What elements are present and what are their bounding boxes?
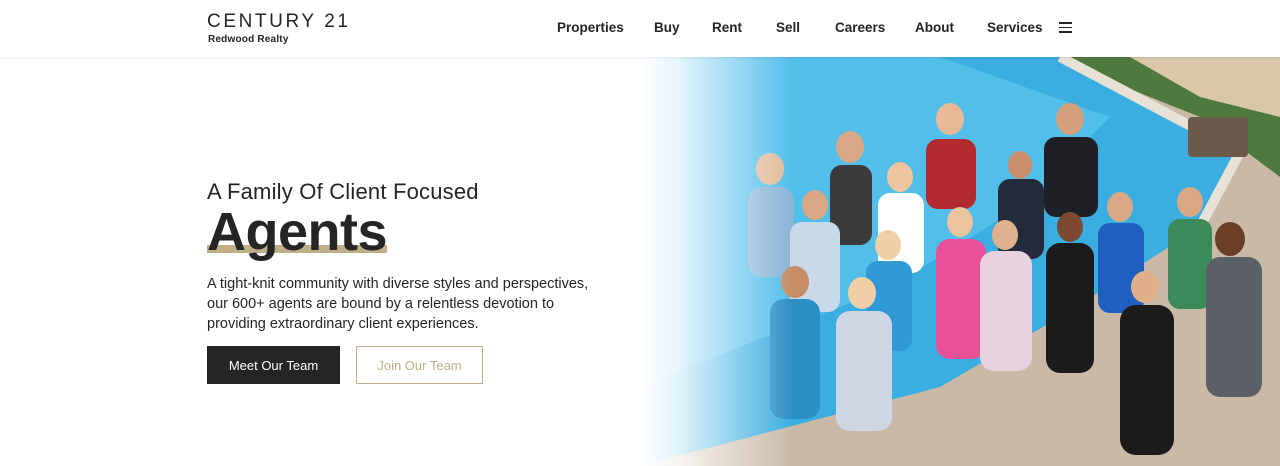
nav-item-buy[interactable]: Buy xyxy=(654,20,680,35)
hero-group-photo xyxy=(640,57,1280,466)
nav-item-sell[interactable]: Sell xyxy=(776,20,800,35)
nav-item-about[interactable]: About xyxy=(915,20,954,35)
join-our-team-button[interactable]: Join Our Team xyxy=(356,346,483,384)
nav-item-careers[interactable]: Careers xyxy=(835,20,885,35)
hero-headline-wrap: Agents xyxy=(207,202,388,262)
site-header: CENTURY 21 Redwood Realty Properties Buy… xyxy=(0,0,1280,57)
century21-logo[interactable]: CENTURY 21 Redwood Realty xyxy=(207,11,351,46)
brand-name: CENTURY 21 xyxy=(207,11,351,32)
nav-item-services[interactable]: Services xyxy=(987,20,1043,35)
hamburger-menu-icon[interactable] xyxy=(1059,22,1072,34)
hero-description: A tight-knit community with diverse styl… xyxy=(207,276,589,332)
office-name: Redwood Realty xyxy=(208,34,289,45)
meet-our-team-button[interactable]: Meet Our Team xyxy=(207,346,340,384)
hero-headline: Agents xyxy=(207,202,388,262)
hero-text: A Family Of Client Focused Agents A tigh… xyxy=(207,178,607,334)
nav-item-properties[interactable]: Properties xyxy=(557,20,624,35)
nav-item-rent[interactable]: Rent xyxy=(712,20,742,35)
